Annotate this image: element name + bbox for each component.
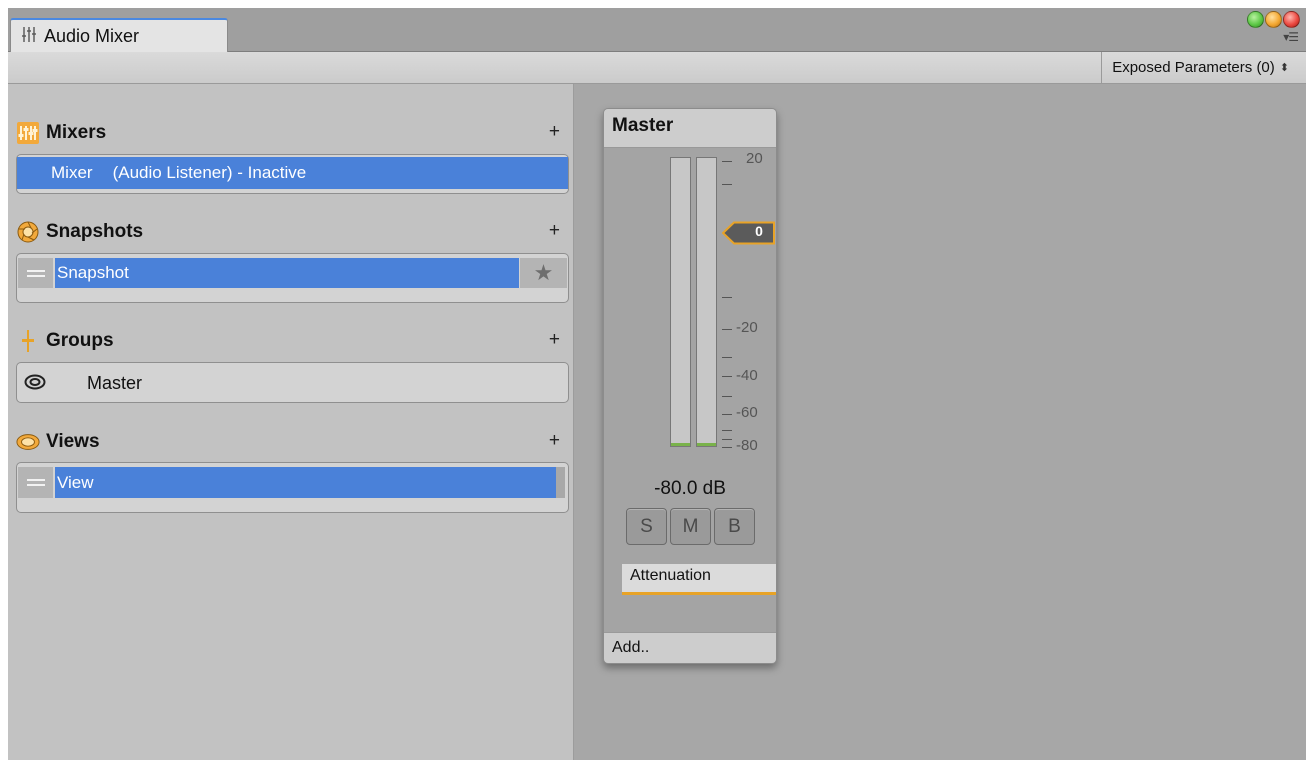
mixer-name: Mixer [51, 163, 93, 182]
audio-mixer-window: Audio Mixer ▾☰ Exposed Parameters (0) ⬍ [8, 8, 1306, 760]
scale-tick [722, 184, 732, 185]
window-controls [1247, 11, 1300, 28]
groups-section-header: Groups + [16, 326, 566, 356]
scale-tick [722, 329, 732, 330]
snapshots-list: Snapshot ★ [16, 253, 569, 303]
add-effect-button[interactable]: Add.. [604, 632, 776, 663]
groups-title: Groups [46, 330, 114, 351]
updown-arrows-icon: ⬍ [1279, 62, 1289, 74]
snapshot-list-item[interactable]: Snapshot [55, 258, 519, 288]
snapshot-aperture-icon [16, 220, 40, 244]
fader-value: 0 [755, 223, 763, 239]
left-panel: Mixers + Mixer (Audio Listener) - Inacti… [8, 84, 574, 760]
fader-icon [16, 329, 40, 353]
add-view-button[interactable]: + [549, 430, 560, 452]
db-readout: -80.0 dB [654, 478, 726, 499]
views-title: Views [46, 431, 100, 452]
tab-label: Audio Mixer [44, 26, 140, 46]
scale-label: 20 [746, 150, 763, 167]
scale-label: -40 [736, 367, 758, 384]
channel-strip-master: Master 20 -20 -40 -60 -80 0 -80.0 dB S M… [603, 108, 777, 664]
scale-tick [722, 161, 732, 162]
mixer-list-item[interactable]: Mixer (Audio Listener) - Inactive [17, 157, 568, 189]
groups-list: Master [16, 362, 569, 403]
eye-icon[interactable] [20, 366, 50, 398]
add-snapshot-button[interactable]: + [549, 220, 560, 242]
add-mixer-button[interactable]: + [549, 121, 560, 143]
drag-handle-icon[interactable] [18, 467, 53, 498]
volume-fader-handle[interactable]: 0 [722, 221, 775, 245]
mixers-title: Mixers [46, 122, 107, 143]
level-meter-left [670, 157, 691, 447]
scale-tick [722, 439, 732, 440]
minimize-light[interactable] [1265, 11, 1282, 28]
tab-audio-mixer[interactable]: Audio Mixer [10, 18, 228, 53]
solo-button[interactable]: S [626, 508, 667, 545]
scale-tick [722, 430, 732, 431]
meter-floor [697, 443, 716, 446]
strip-title[interactable]: Master [604, 109, 776, 148]
view-list-item[interactable]: View [55, 467, 556, 498]
level-meter-right [696, 157, 717, 447]
scale-tick [722, 414, 732, 415]
scale-tick [722, 297, 732, 298]
eye-icon [16, 430, 40, 454]
effect-attenuation[interactable]: Attenuation [622, 564, 776, 595]
drag-handle-icon[interactable] [18, 258, 53, 288]
mixer-sliders-icon [21, 26, 37, 48]
mixer-detail: (Audio Listener) - Inactive [112, 163, 307, 182]
meter-floor [671, 443, 690, 446]
scale-tick [722, 376, 732, 377]
scrollbar[interactable] [556, 467, 565, 498]
close-light[interactable] [1283, 11, 1300, 28]
scale-tick [722, 396, 732, 397]
exposed-parameters-label: Exposed Parameters (0) [1112, 59, 1275, 76]
toolbar: Exposed Parameters (0) ⬍ [8, 52, 1306, 84]
add-group-button[interactable]: + [549, 329, 560, 351]
maximize-light[interactable] [1247, 11, 1264, 28]
scale-tick [722, 447, 732, 448]
tab-bar: Audio Mixer ▾☰ [8, 8, 1306, 53]
mixer-canvas: Master 20 -20 -40 -60 -80 0 -80.0 dB S M… [574, 84, 1306, 760]
tab-menu-icon[interactable]: ▾☰ [1283, 30, 1299, 44]
mute-button[interactable]: M [670, 508, 711, 545]
snapshots-section-header: Snapshots + [16, 217, 566, 247]
snapshot-name: Snapshot [57, 263, 129, 282]
mixers-section-header: Mixers + [16, 118, 566, 148]
strip-buttons: S M B [626, 508, 755, 545]
scale-label: -20 [736, 319, 758, 336]
mixer-icon [16, 121, 40, 145]
group-list-item[interactable]: Master [87, 363, 142, 403]
view-name: View [57, 472, 94, 492]
views-list: View [16, 462, 569, 513]
views-section-header: Views + [16, 427, 566, 457]
star-icon[interactable]: ★ [520, 258, 567, 288]
mixers-list: Mixer (Audio Listener) - Inactive [16, 154, 569, 194]
bypass-button[interactable]: B [714, 508, 755, 545]
exposed-parameters-dropdown[interactable]: Exposed Parameters (0) ⬍ [1101, 52, 1297, 83]
snapshots-title: Snapshots [46, 221, 144, 242]
group-name: Master [87, 372, 143, 393]
scale-label: -80 [736, 437, 758, 454]
scale-tick [722, 357, 732, 358]
scale-label: -60 [736, 404, 758, 421]
